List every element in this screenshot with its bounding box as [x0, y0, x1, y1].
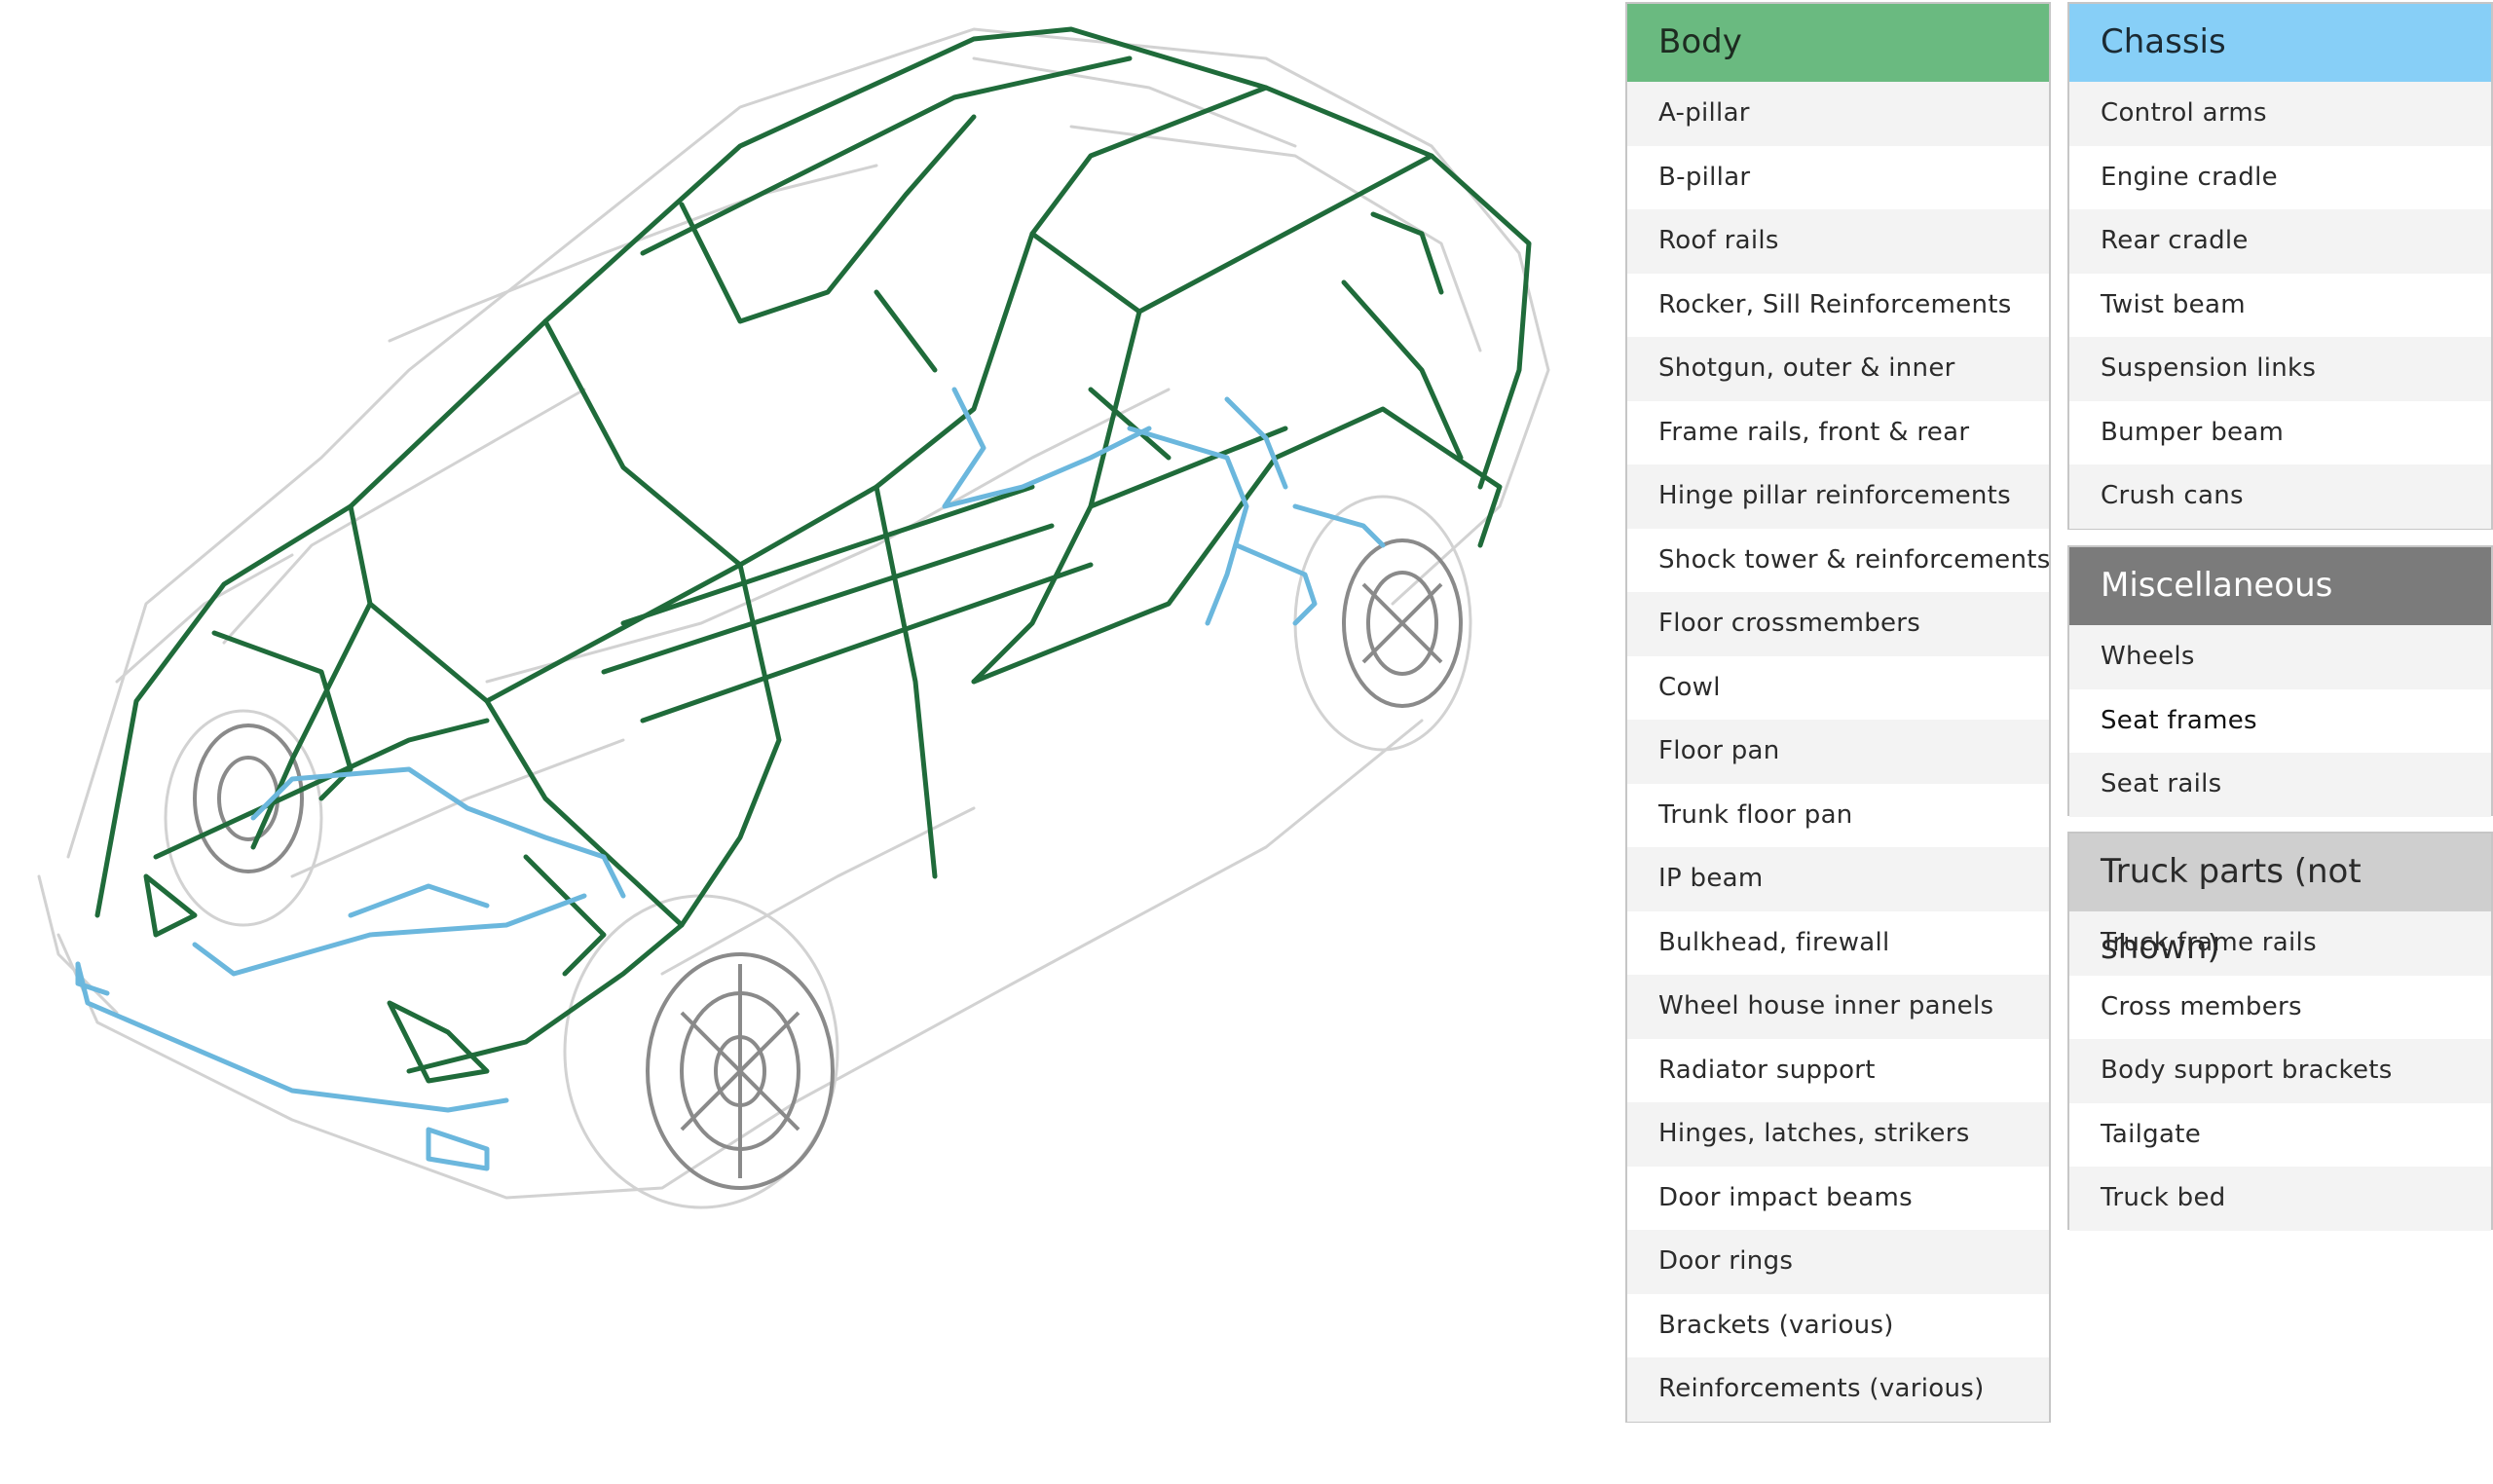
- body-item-reinforcements: Reinforcements (various): [1627, 1357, 2049, 1422]
- body-item-wheel-house: Wheel house inner panels: [1627, 975, 2049, 1039]
- body-item-trunk-floor-pan: Trunk floor pan: [1627, 783, 2049, 847]
- truck-item-truck-bed: Truck bed: [2069, 1167, 2491, 1231]
- chassis-item-control-arms: Control arms: [2069, 82, 2491, 146]
- body-item-hinges-latches: Hinges, latches, strikers: [1627, 1102, 2049, 1167]
- truck-item-frame-rails: Truck frame rails: [2069, 911, 2491, 976]
- body-item-door-rings: Door rings: [1627, 1230, 2049, 1294]
- misc-panel-header: Miscellaneous: [2069, 547, 2491, 625]
- truck-parts-panel: Truck parts (not shown) Truck frame rail…: [2067, 832, 2493, 1231]
- wheels-drawing: [193, 538, 1463, 1190]
- body-item-b-pillar: B-pillar: [1627, 145, 2049, 209]
- body-panel-header: Body: [1627, 4, 2049, 82]
- truck-item-cross-members: Cross members: [2069, 975, 2491, 1039]
- chassis-parts-panel: Chassis Control arms Engine cradle Rear …: [2067, 2, 2493, 530]
- body-item-roof-rails: Roof rails: [1627, 209, 2049, 274]
- truck-panel-header: Truck parts (not shown): [2069, 834, 2491, 967]
- truck-item-body-support-brackets: Body support brackets: [2069, 1039, 2491, 1103]
- body-item-shock-tower: Shock tower & reinforcements: [1627, 528, 2049, 592]
- chassis-item-suspension-links: Suspension links: [2069, 337, 2491, 401]
- chassis-item-crush-cans: Crush cans: [2069, 464, 2491, 529]
- chassis-item-bumper-beam: Bumper beam: [2069, 400, 2491, 464]
- truck-item-tailgate: Tailgate: [2069, 1102, 2491, 1167]
- chassis-item-twist-beam: Twist beam: [2069, 273, 2491, 337]
- misc-item-wheels: Wheels: [2069, 625, 2491, 689]
- body-structure-drawing: [94, 26, 1532, 1084]
- misc-item-seat-rails: Seat rails: [2069, 753, 2491, 817]
- body-item-radiator-support: Radiator support: [1627, 1038, 2049, 1102]
- body-item-shotgun: Shotgun, outer & inner: [1627, 337, 2049, 401]
- body-item-cowl: Cowl: [1627, 655, 2049, 720]
- body-item-frame-rails: Frame rails, front & rear: [1627, 400, 2049, 464]
- body-item-hinge-pillar: Hinge pillar reinforcements: [1627, 464, 2049, 529]
- body-item-ip-beam: IP beam: [1627, 847, 2049, 911]
- body-item-rocker-sill: Rocker, Sill Reinforcements: [1627, 273, 2049, 337]
- body-parts-panel: Body A-pillar B-pillar Roof rails Rocker…: [1625, 2, 2051, 1423]
- chassis-panel-header: Chassis: [2069, 4, 2491, 82]
- body-item-a-pillar: A-pillar: [1627, 82, 2049, 146]
- body-item-floor-crossmembers: Floor crossmembers: [1627, 592, 2049, 656]
- body-item-floor-pan: Floor pan: [1627, 720, 2049, 784]
- vehicle-outline: [37, 27, 1550, 1209]
- misc-parts-panel: Miscellaneous Wheels Seat frames Seat ra…: [2067, 545, 2493, 817]
- misc-item-seat-frames: Seat frames: [2069, 688, 2491, 753]
- body-item-brackets: Brackets (various): [1627, 1293, 2049, 1357]
- car-body-illustration: [0, 0, 1597, 1484]
- body-item-door-impact-beams: Door impact beams: [1627, 1166, 2049, 1230]
- chassis-item-rear-cradle: Rear cradle: [2069, 209, 2491, 274]
- body-item-bulkhead: Bulkhead, firewall: [1627, 910, 2049, 975]
- chassis-item-engine-cradle: Engine cradle: [2069, 145, 2491, 209]
